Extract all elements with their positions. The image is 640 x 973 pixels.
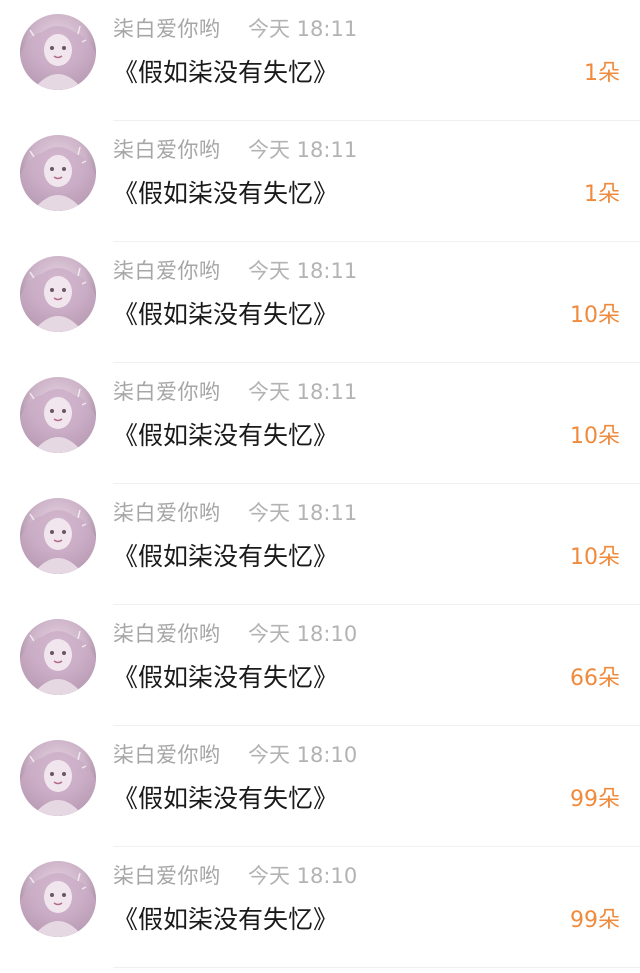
avatar-illustration-icon [20, 25, 96, 90]
flower-count: 10朵 [570, 303, 620, 328]
list-item[interactable]: 柒白爱你哟 今天 18:10 《假如柒没有失忆》 99朵 [0, 847, 640, 968]
avatar[interactable] [20, 861, 96, 937]
work-title[interactable]: 《假如柒没有失忆》 [113, 660, 338, 696]
avatar-illustration-icon [20, 146, 96, 211]
timestamp: 今天 18:11 [248, 380, 358, 404]
username[interactable]: 柒白爱你哟 [113, 136, 221, 164]
username[interactable]: 柒白爱你哟 [113, 862, 221, 890]
username[interactable]: 柒白爱你哟 [113, 499, 221, 527]
flower-count: 10朵 [570, 545, 620, 570]
work-title[interactable]: 《假如柒没有失忆》 [113, 176, 338, 212]
username[interactable]: 柒白爱你哟 [113, 257, 221, 285]
avatar[interactable] [20, 256, 96, 332]
timestamp: 今天 18:11 [248, 17, 358, 41]
work-title[interactable]: 《假如柒没有失忆》 [113, 781, 338, 817]
avatar[interactable] [20, 14, 96, 90]
timestamp: 今天 18:10 [248, 743, 358, 767]
list-item[interactable]: 柒白爱你哟 今天 18:11 《假如柒没有失忆》 1朵 [0, 0, 640, 121]
avatar-illustration-icon [20, 267, 96, 332]
flower-count: 1朵 [584, 61, 620, 86]
username[interactable]: 柒白爱你哟 [113, 378, 221, 406]
avatar-illustration-icon [20, 509, 96, 574]
work-title[interactable]: 《假如柒没有失忆》 [113, 902, 338, 938]
avatar[interactable] [20, 740, 96, 816]
list-item[interactable]: 柒白爱你哟 今天 18:11 《假如柒没有失忆》 10朵 [0, 363, 640, 484]
flower-count: 66朵 [570, 666, 620, 691]
work-title[interactable]: 《假如柒没有失忆》 [113, 418, 338, 454]
avatar-illustration-icon [20, 872, 96, 937]
gift-message-list: 柒白爱你哟 今天 18:11 《假如柒没有失忆》 1朵 柒白爱你哟 今天 18:… [0, 0, 640, 973]
flower-count: 99朵 [570, 787, 620, 812]
timestamp: 今天 18:11 [248, 259, 358, 283]
list-item[interactable]: 柒白爱你哟 今天 18:10 《假如柒没有失忆》 66朵 [0, 605, 640, 726]
username[interactable]: 柒白爱你哟 [113, 15, 221, 43]
avatar-illustration-icon [20, 388, 96, 453]
avatar[interactable] [20, 377, 96, 453]
divider [113, 967, 640, 968]
username[interactable]: 柒白爱你哟 [113, 741, 221, 769]
timestamp: 今天 18:11 [248, 501, 358, 525]
avatar-illustration-icon [20, 751, 96, 816]
avatar-illustration-icon [20, 630, 96, 695]
list-item[interactable]: 柒白爱你哟 今天 18:11 《假如柒没有失忆》 10朵 [0, 242, 640, 363]
flower-count: 99朵 [570, 908, 620, 933]
avatar[interactable] [20, 498, 96, 574]
timestamp: 今天 18:10 [248, 864, 358, 888]
flower-count: 1朵 [584, 182, 620, 207]
work-title[interactable]: 《假如柒没有失忆》 [113, 297, 338, 333]
timestamp: 今天 18:11 [248, 138, 358, 162]
avatar[interactable] [20, 135, 96, 211]
flower-count: 10朵 [570, 424, 620, 449]
avatar[interactable] [20, 619, 96, 695]
list-item[interactable]: 柒白爱你哟 今天 18:11 《假如柒没有失忆》 1朵 [0, 121, 640, 242]
work-title[interactable]: 《假如柒没有失忆》 [113, 539, 338, 575]
list-item[interactable]: 柒白爱你哟 今天 18:10 《假如柒没有失忆》 99朵 [0, 726, 640, 847]
username[interactable]: 柒白爱你哟 [113, 620, 221, 648]
list-item[interactable]: 柒白爱你哟 今天 18:11 《假如柒没有失忆》 10朵 [0, 484, 640, 605]
timestamp: 今天 18:10 [248, 622, 358, 646]
work-title[interactable]: 《假如柒没有失忆》 [113, 55, 338, 91]
